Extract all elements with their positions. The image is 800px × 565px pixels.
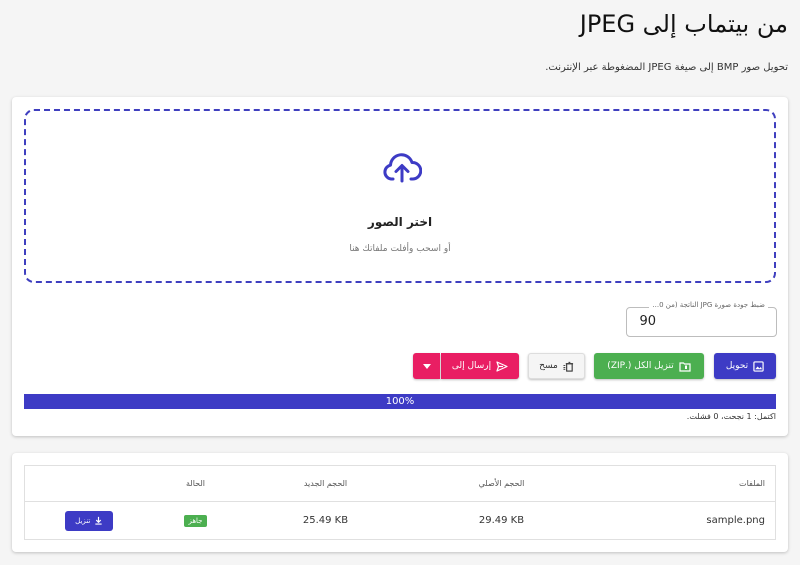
- folder-zip-icon: [679, 361, 691, 372]
- download-button[interactable]: تنزيل: [65, 510, 114, 531]
- table-header-row: الملفات الحجم الأصلي الحجم الجديد الحالة: [24, 465, 776, 502]
- quality-label: ضبط جودة صورة JPG الناتجة (من 0...: [649, 301, 768, 309]
- download-zip-label: تنزيل الكل (.ZIP): [607, 361, 674, 371]
- download-icon: [95, 516, 102, 525]
- file-dropzone[interactable]: اختر الصور أو اسحب وأفلت ملفاتك هنا: [24, 109, 776, 283]
- header-name: الملفات: [599, 465, 776, 502]
- converter-card: اختر الصور أو اسحب وأفلت ملفاتك هنا ضبط …: [12, 97, 788, 436]
- file-name: sample.png: [706, 515, 765, 526]
- clear-all-icon: [563, 361, 573, 372]
- send-to-button[interactable]: إرسال إلى: [441, 353, 519, 379]
- progress-text: 100%: [385, 396, 415, 407]
- status-text: اكتمل: 1 نجحت، 0 فشلت.: [686, 412, 776, 421]
- header-original-size: الحجم الأصلي: [403, 465, 600, 502]
- convert-button-label: تحويل: [725, 361, 749, 371]
- header-new-size: الحجم الجديد: [247, 465, 404, 502]
- header-action: [24, 465, 144, 502]
- new-size: 25.49 KB: [302, 515, 349, 526]
- progress-bar: 100%: [24, 394, 776, 409]
- files-table: الملفات الحجم الأصلي الحجم الجديد الحالة…: [24, 465, 776, 540]
- header-status: الحالة: [143, 465, 248, 502]
- dropzone-subtitle: أو اسحب وأفلت ملفاتك هنا: [349, 244, 451, 254]
- original-size: 29.49 KB: [478, 515, 525, 526]
- clear-button[interactable]: مسح: [528, 353, 585, 379]
- table-row: sample.png 29.49 KB 25.49 KB جاهز تنزيل: [25, 502, 776, 540]
- status-badge: جاهز: [184, 514, 207, 527]
- quality-value[interactable]: 90: [639, 314, 656, 329]
- dropzone-title: اختر الصور: [367, 215, 433, 229]
- send-to-dropdown-button[interactable]: [413, 353, 440, 379]
- download-zip-button[interactable]: تنزيل الكل (.ZIP): [594, 353, 704, 379]
- send-to-label: إرسال إلى: [451, 361, 492, 371]
- cloud-upload-icon: [383, 153, 422, 183]
- clear-button-label: مسح: [539, 361, 558, 371]
- image-icon: [753, 360, 764, 372]
- send-icon: [496, 360, 508, 372]
- convert-button[interactable]: تحويل: [714, 353, 776, 379]
- page-description: تحويل صور BMP إلى صيغة JPEG المضغوطة عبر…: [545, 62, 788, 73]
- page-title: من بيتماب إلى JPEG: [579, 10, 788, 38]
- download-button-label: تنزيل: [75, 516, 91, 525]
- files-card: الملفات الحجم الأصلي الحجم الجديد الحالة…: [12, 453, 788, 552]
- quality-input[interactable]: ضبط جودة صورة JPG الناتجة (من 0... 90: [626, 301, 777, 337]
- caret-down-icon: [422, 363, 431, 369]
